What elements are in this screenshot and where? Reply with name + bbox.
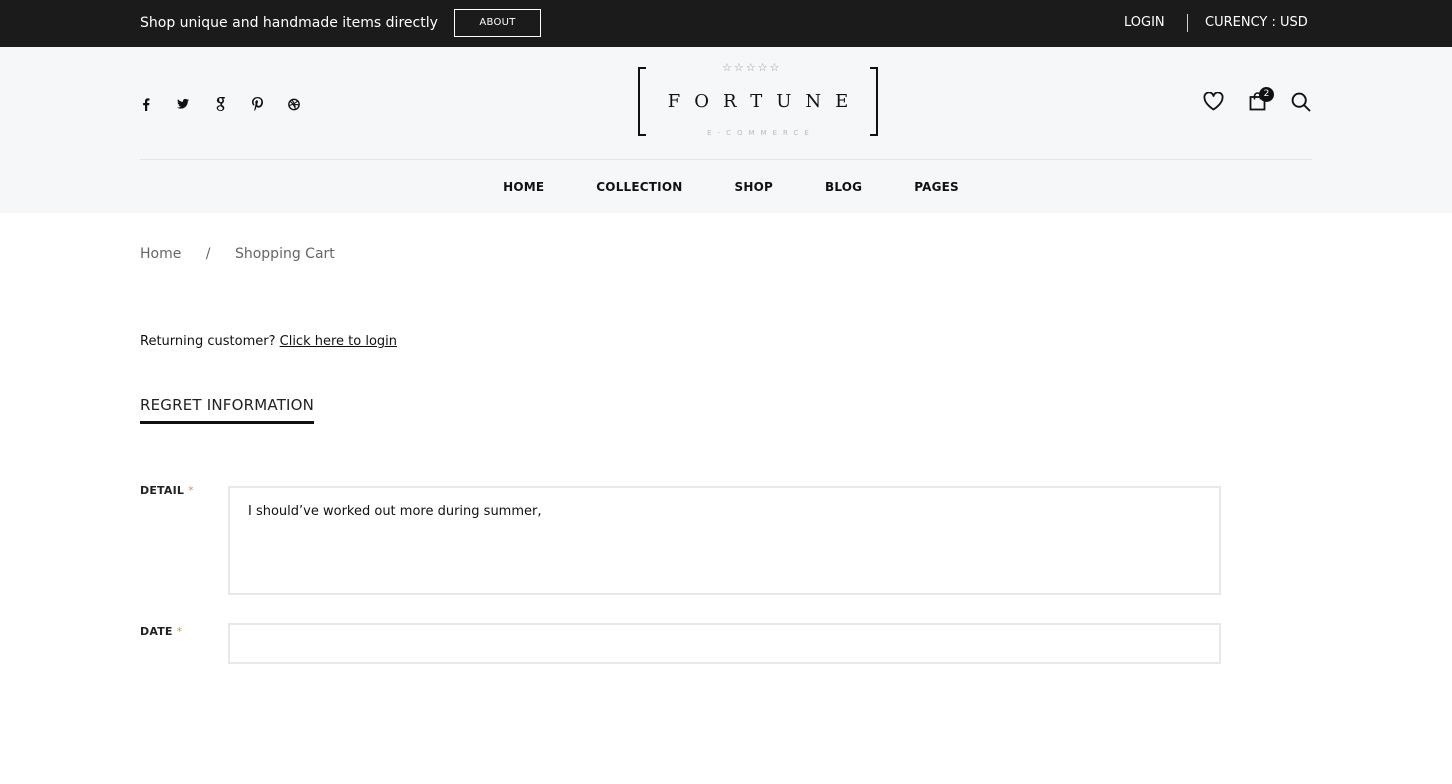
breadcrumb: Home / Shopping Cart — [140, 246, 335, 262]
header-actions: 2 — [1203, 87, 1313, 116]
pinterest-icon[interactable] — [251, 97, 263, 111]
required-mark: * — [188, 484, 194, 497]
heart-icon[interactable] — [1203, 91, 1224, 115]
about-button[interactable]: ABOUT — [454, 9, 541, 37]
brand-logo[interactable]: ☆☆☆☆☆ FORTUNE E-COMMERCE — [638, 61, 878, 137]
nav-item-shop[interactable]: SHOP — [735, 180, 773, 194]
detail-textarea[interactable]: I should’ve worked out more during summe… — [228, 486, 1221, 595]
nav-item-collection[interactable]: COLLECTION — [596, 180, 682, 194]
nav-item-pages[interactable]: PAGES — [914, 180, 959, 194]
topbar-divider — [1187, 14, 1188, 32]
breadcrumb-home[interactable]: Home — [140, 246, 181, 262]
main-nav: HOME COLLECTION SHOP BLOG PAGES — [0, 160, 1452, 213]
date-input[interactable] — [228, 623, 1221, 664]
date-label: DATE * — [140, 625, 182, 638]
tagline: Shop unique and handmade items directly — [140, 15, 438, 31]
site-header: ☆☆☆☆☆ FORTUNE E-COMMERCE 2 HOME COLLECTI… — [0, 47, 1452, 213]
breadcrumb-separator: / — [205, 246, 211, 262]
section-title: REGRET INFORMATION — [140, 396, 315, 424]
twitter-icon[interactable] — [177, 97, 189, 111]
logo-wordmark: FORTUNE — [667, 91, 863, 112]
breadcrumb-current: Shopping Cart — [234, 246, 335, 262]
google-icon[interactable] — [214, 97, 226, 111]
nav-item-home[interactable]: HOME — [503, 180, 544, 194]
date-label-text: DATE — [140, 625, 173, 638]
logo-bracket-right — [870, 67, 878, 136]
cart-count-badge: 2 — [1259, 87, 1274, 102]
detail-label: DETAIL * — [140, 484, 194, 497]
returning-customer-text: Returning customer? — [140, 334, 280, 349]
facebook-icon[interactable] — [140, 97, 152, 111]
login-link-inline[interactable]: Click here to login — [280, 334, 397, 349]
returning-customer-notice: Returning customer? Click here to login — [140, 334, 397, 349]
top-bar: Shop unique and handmade items directly … — [0, 0, 1452, 47]
currency-selector[interactable]: CURENCY : USD — [1205, 0, 1308, 46]
login-link[interactable]: LOGIN — [1124, 0, 1165, 46]
nav-item-blog[interactable]: BLOG — [825, 180, 862, 194]
search-icon[interactable] — [1291, 92, 1311, 116]
required-mark: * — [176, 625, 183, 638]
social-links — [140, 97, 325, 111]
detail-label-text: DETAIL — [140, 484, 185, 497]
logo-stars: ☆☆☆☆☆ — [722, 61, 782, 74]
dribbble-icon[interactable] — [288, 97, 300, 111]
logo-subtitle: E-COMMERCE — [707, 129, 815, 137]
